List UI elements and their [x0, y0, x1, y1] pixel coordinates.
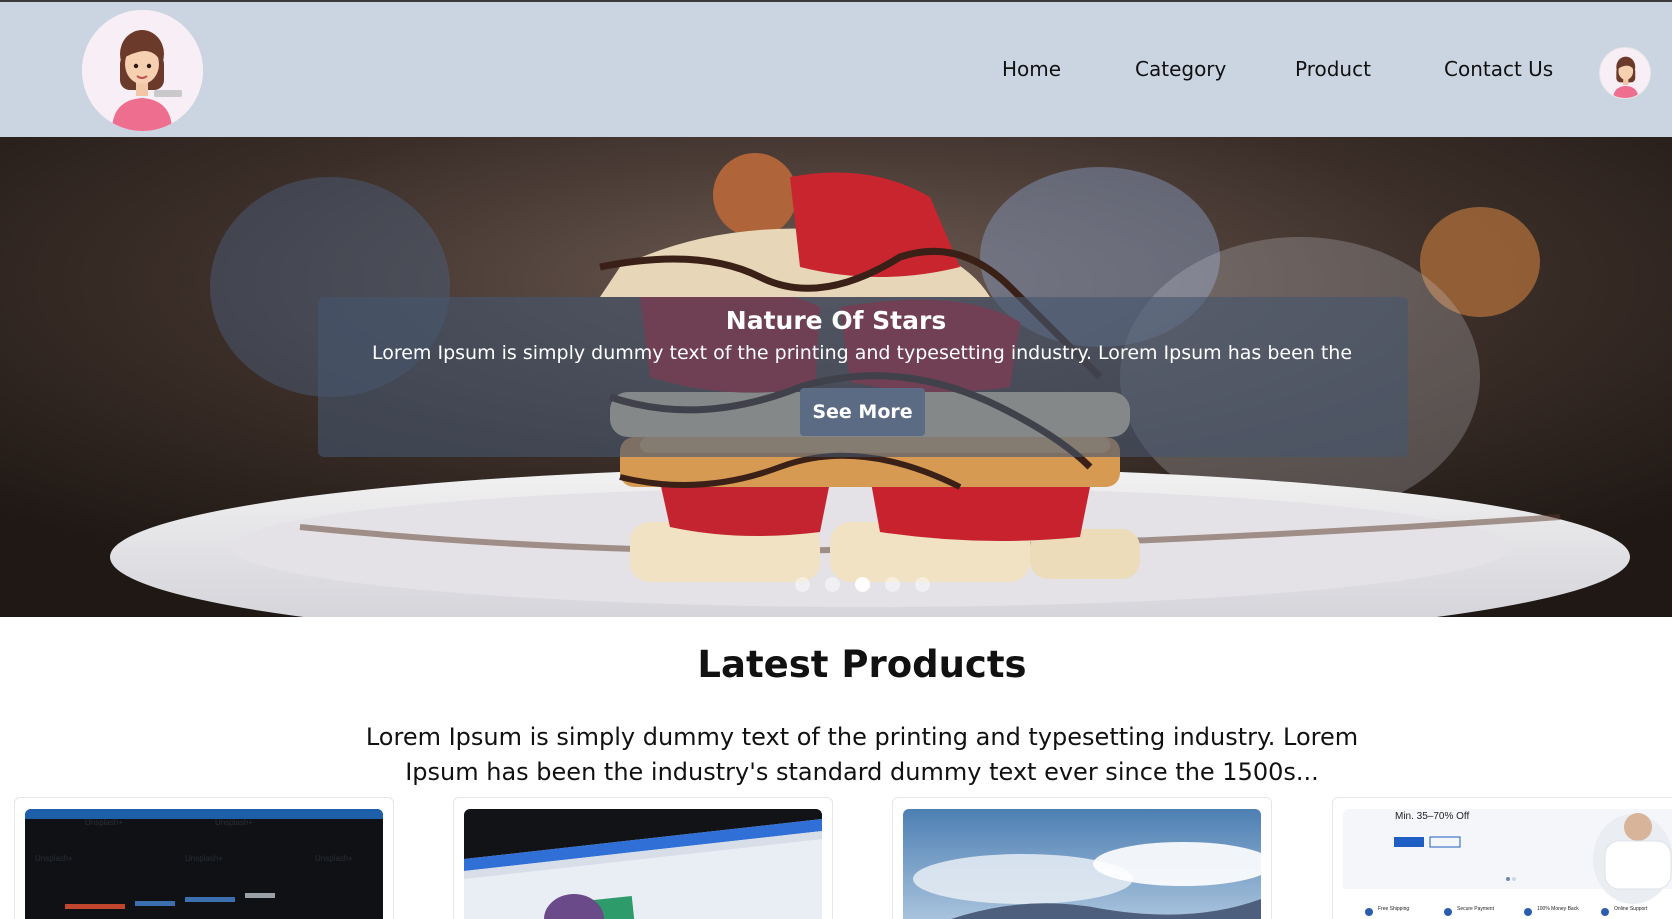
site-header: Home Category Product Contact Us [0, 0, 1672, 137]
sky-clouds-image [903, 809, 1261, 919]
girl-avatar-icon [82, 10, 203, 131]
logo[interactable] [82, 10, 203, 131]
product-card[interactable]: Min. 35–70% Off Free Shipping Secure Pay… [1332, 797, 1672, 919]
product-card[interactable] [892, 797, 1272, 919]
svg-text:Unsplash+: Unsplash+ [85, 818, 123, 827]
laptop-screen-image [464, 809, 822, 919]
product-card[interactable] [453, 797, 833, 919]
feature-online-support: Online Support [1614, 906, 1648, 912]
carousel-dot-5[interactable] [915, 577, 930, 592]
latest-products-text: Lorem Ipsum is simply dummy text of the … [365, 723, 1359, 786]
feature-free-shipping: Free Shipping [1378, 906, 1410, 912]
nav-contact-us[interactable]: Contact Us [1444, 57, 1553, 81]
svg-text:Unsplash+: Unsplash+ [315, 854, 353, 863]
carousel-dot-3[interactable] [855, 577, 870, 592]
nav-category[interactable]: Category [1135, 57, 1226, 81]
svg-text:Unsplash+: Unsplash+ [215, 818, 253, 827]
svg-text:Unsplash+: Unsplash+ [185, 854, 223, 863]
user-avatar-icon [1600, 48, 1650, 98]
latest-products-title: Latest Products [697, 643, 1027, 686]
feature-money-back: 100% Money Back [1537, 906, 1579, 912]
feature-secure-payment: Secure Payment [1457, 906, 1494, 912]
hero-carousel [0, 137, 1672, 617]
store-banner-image: Min. 35–70% Off Free Shipping Secure Pay… [1343, 809, 1672, 919]
carousel-dot-2[interactable] [825, 577, 840, 592]
profile-avatar[interactable] [1599, 47, 1651, 99]
banner-text: Min. 35–70% Off [1395, 811, 1470, 822]
carousel-dot-1[interactable] [795, 577, 810, 592]
product-card[interactable]: Unsplash+ Unsplash+ Unsplash+ Unsplash+ … [14, 797, 394, 919]
hero-text: Lorem Ipsum is simply dummy text of the … [371, 342, 1353, 364]
nav-home[interactable]: Home [1002, 57, 1061, 81]
nav-product[interactable]: Product [1295, 57, 1371, 81]
carousel-dot-4[interactable] [885, 577, 900, 592]
svg-text:Unsplash+: Unsplash+ [35, 854, 73, 863]
see-more-button[interactable]: See More [800, 388, 925, 436]
code-screen-image: Unsplash+ Unsplash+ Unsplash+ Unsplash+ … [25, 809, 383, 919]
hero-title: Nature Of Stars [725, 306, 947, 335]
